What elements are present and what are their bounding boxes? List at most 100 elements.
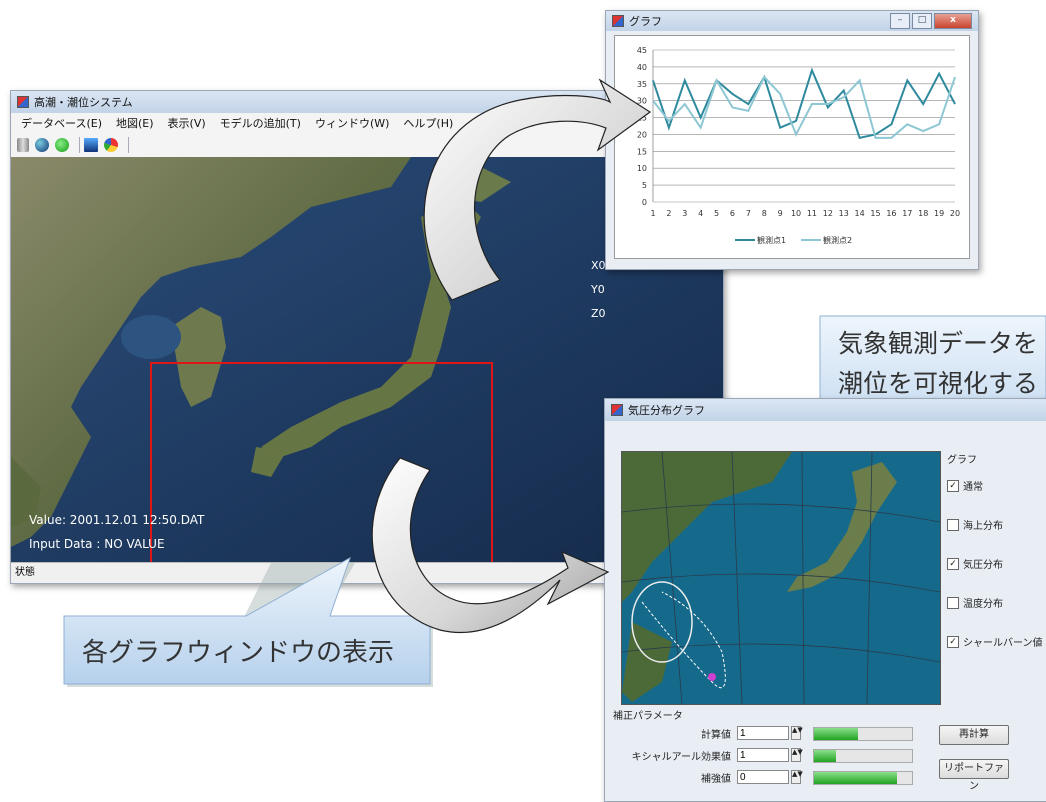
param-calc-bar-fill — [814, 728, 859, 740]
x-tick-label: 11 — [807, 209, 817, 218]
x-tick-label: 13 — [839, 209, 849, 218]
param-effect-bar-fill — [814, 750, 836, 762]
options-group-label: グラフ — [947, 455, 977, 466]
report-button[interactable]: リポートファン — [939, 759, 1009, 792]
option-sea[interactable]: 海上分布 — [947, 517, 1043, 532]
y-tick-label: 40 — [637, 63, 647, 72]
toolbar-separator — [128, 137, 129, 153]
callout-weather-line2: 潮位を可視化する — [838, 369, 1039, 398]
param-effect-label: キシャルアール効果値 — [631, 751, 731, 763]
zoom-in-icon[interactable] — [55, 138, 69, 152]
y-tick-label: 25 — [637, 114, 647, 123]
param-row-calc: 計算値 ▲▼ — [613, 725, 803, 741]
option-normal[interactable]: ✓ 通常 — [947, 478, 1043, 493]
x-tick-label: 5 — [714, 209, 719, 218]
menu-database[interactable]: データベース(E) — [21, 115, 102, 131]
x-tick-label: 12 — [823, 209, 833, 218]
y-tick-label: 0 — [642, 198, 647, 207]
x-tick-label: 1 — [650, 209, 655, 218]
checkbox-pressure[interactable]: ✓ — [947, 557, 959, 570]
coord-x: X0 — [591, 259, 606, 272]
x-tick-label: 10 — [791, 209, 801, 218]
minimize-button[interactable]: – — [890, 13, 910, 29]
input-data-text: Input Data : NO VALUE — [29, 537, 165, 551]
coord-z: Z0 — [591, 307, 606, 320]
layer-icon[interactable] — [84, 138, 98, 152]
param-effect-spinner[interactable]: ▲▼ — [791, 748, 803, 762]
checkbox-shearburn[interactable]: ✓ — [947, 635, 959, 648]
bohai-sea — [121, 315, 181, 359]
toolbar-separator — [79, 137, 80, 153]
close-button[interactable]: x — [934, 13, 972, 29]
y-tick-label: 15 — [637, 147, 647, 156]
checkbox-normal[interactable]: ✓ — [947, 479, 959, 492]
y-tick-label: 5 — [642, 181, 647, 190]
pressure-map[interactable] — [621, 451, 941, 705]
menu-window[interactable]: ウィンドウ(W) — [315, 115, 389, 131]
param-reinforce-label: 補強値 — [701, 773, 731, 785]
recalculate-button[interactable]: 再計算 — [939, 725, 1009, 745]
series-line-1 — [652, 67, 956, 139]
x-tick-label: 16 — [886, 209, 896, 218]
pressure-map-drawing — [622, 452, 940, 704]
params-group-label: 補正パラメータ — [613, 711, 683, 722]
x-tick-label: 4 — [698, 209, 703, 218]
status-text: 状態 — [15, 567, 35, 578]
menu-help[interactable]: ヘルプ(H) — [403, 115, 453, 131]
typhoon-marker — [708, 673, 716, 681]
x-tick-label: 7 — [746, 209, 751, 218]
graph-options: グラフ ✓ 通常 海上分布 ✓ 気圧分布 温度分布 ✓ シャールバーン値 — [947, 451, 1043, 673]
param-reinforce-spinner[interactable]: ▲▼ — [791, 770, 803, 784]
book-icon[interactable] — [17, 138, 29, 152]
pressure-graph-window: 気圧分布グラフ グラフ ✓ 通常 海上分布 ✓ 気圧分布 温度分布 ✓ シャール… — [604, 398, 1046, 802]
callout-weather-line1: 気象観測データを — [838, 329, 1039, 358]
graph-window-controls: – □ x — [888, 13, 972, 29]
graph-window: グラフ – □ x 0 5 10 15 20 25 30 35 40 45 1 2 3 4 5 6 7 8 9 10 1… — [605, 10, 979, 270]
param-reinforce-bar-fill — [814, 772, 898, 784]
menu-view[interactable]: 表示(V) — [168, 115, 206, 131]
option-temperature-label: 温度分布 — [963, 599, 1003, 610]
x-tick-label: 6 — [730, 209, 735, 218]
x-tick-label: 2 — [666, 209, 671, 218]
pressure-window-title: 気圧分布グラフ — [628, 404, 705, 417]
menu-map[interactable]: 地図(E) — [116, 115, 154, 131]
param-reinforce-input[interactable] — [737, 770, 789, 784]
param-row-effect: キシャルアール効果値 ▲▼ — [613, 747, 803, 763]
option-sea-label: 海上分布 — [963, 521, 1003, 532]
pressure-titlebar: 気圧分布グラフ — [605, 399, 1046, 421]
param-calc-input[interactable] — [737, 726, 789, 740]
app-icon — [17, 96, 29, 108]
param-calc-bar — [813, 727, 913, 741]
x-tick-label: 15 — [870, 209, 880, 218]
y-tick-label: 20 — [637, 130, 647, 139]
graph-app-icon — [612, 15, 624, 27]
option-shearburn[interactable]: ✓ シャールバーン値 — [947, 634, 1043, 649]
callout-graph-windows: 各グラフウィンドウの表示 — [82, 638, 395, 668]
correction-parameters: 補正パラメータ 計算値 ▲▼ キシャルアール効果値 ▲▼ 補強値 ▲▼ 再計算 … — [613, 707, 1046, 797]
option-pressure[interactable]: ✓ 気圧分布 — [947, 556, 1043, 571]
y-tick-label: 35 — [637, 80, 647, 89]
x-tick-label: 20 — [950, 209, 960, 218]
checkbox-sea[interactable] — [947, 518, 959, 531]
x-tick-label: 19 — [934, 209, 944, 218]
checkbox-temperature[interactable] — [947, 596, 959, 609]
y-tick-label: 30 — [637, 97, 647, 106]
option-temperature[interactable]: 温度分布 — [947, 595, 1043, 610]
pie-chart-icon[interactable] — [104, 138, 118, 152]
x-tick-label: 8 — [762, 209, 767, 218]
globe-icon[interactable] — [35, 138, 49, 152]
x-tick-label: 17 — [902, 209, 912, 218]
param-calc-spinner[interactable]: ▲▼ — [791, 726, 803, 740]
x-tick-label: 18 — [918, 209, 928, 218]
legend-label-1: 観測点1 — [757, 235, 786, 245]
series-line-2 — [652, 75, 956, 139]
line-chart: 0510152025303540451 2 3 4 5 6 7 8 9 10 11 12 13 14 15 1… — [637, 46, 960, 245]
y-tick-label: 45 — [637, 46, 647, 55]
option-pressure-label: 気圧分布 — [963, 560, 1003, 571]
param-effect-bar — [813, 749, 913, 763]
maximize-button[interactable]: □ — [912, 13, 932, 29]
param-effect-input[interactable] — [737, 748, 789, 762]
y-tick-label: 10 — [637, 164, 647, 173]
menu-add-model[interactable]: モデルの追加(T) — [220, 115, 301, 131]
x-tick-label: 9 — [778, 209, 783, 218]
